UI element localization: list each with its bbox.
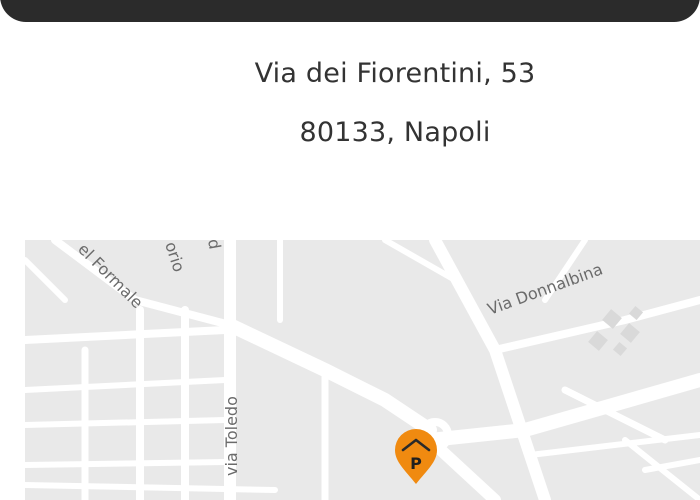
parking-letter: P bbox=[410, 454, 422, 473]
map-view[interactable]: el Formale orio d Via Donnalbina via Tol… bbox=[25, 240, 700, 500]
address-street: Via dei Fiorentini, 53 bbox=[254, 58, 536, 89]
top-bar bbox=[0, 0, 700, 22]
map-label-toledo: via Toledo bbox=[222, 396, 241, 476]
address-city: 80133, Napoli bbox=[299, 117, 491, 148]
map-canvas[interactable]: el Formale orio d Via Donnalbina via Tol… bbox=[25, 240, 700, 500]
